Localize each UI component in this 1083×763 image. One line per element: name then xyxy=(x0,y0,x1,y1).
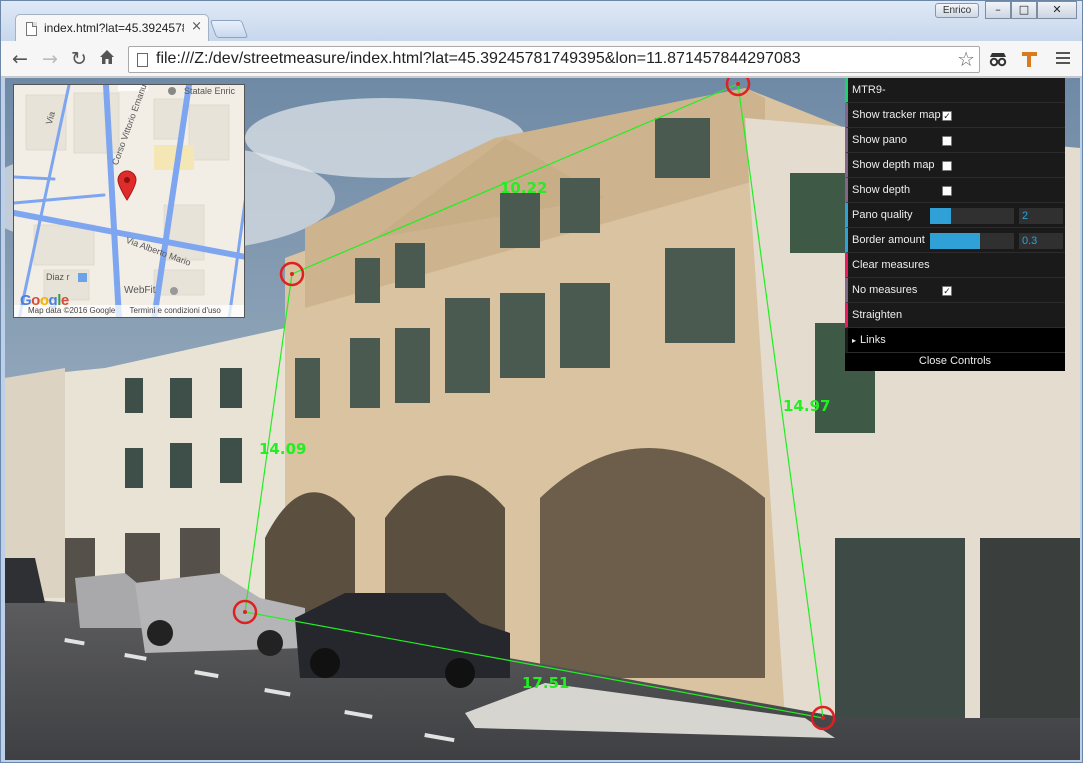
show-depth-map-label: Show depth map xyxy=(852,159,935,171)
links-label: Links xyxy=(860,334,886,346)
title-bar: index.html?lat=45.3924578 × Enrico – □ ✕ xyxy=(1,1,1082,42)
measure-label-top: 10.22 xyxy=(500,179,547,197)
show-depth-map-row[interactable]: Show depth map xyxy=(845,153,1065,178)
close-window-button[interactable]: ✕ xyxy=(1037,1,1077,19)
browser-toolbar: ← → ↻ file:///Z:/dev/streetmeasure/index… xyxy=(1,41,1082,77)
map-attribution: Map data ©2016 Google Termini e condizio… xyxy=(14,305,244,317)
url-text[interactable]: file:///Z:/dev/streetmeasure/index.html?… xyxy=(156,50,801,68)
ruler-extension-icon[interactable] xyxy=(1019,49,1041,69)
show-pano-checkbox[interactable] xyxy=(942,136,952,146)
pano-quality-input[interactable]: 2 xyxy=(1019,208,1063,224)
map-poi-label: WebFit xyxy=(124,285,156,296)
map-poi-label: Diaz r xyxy=(46,272,70,282)
pano-quality-label: Pano quality xyxy=(852,209,913,221)
tab-title: index.html?lat=45.3924578 xyxy=(44,21,184,35)
tab-index[interactable]: index.html?lat=45.3924578 × xyxy=(15,14,209,42)
map-marker-icon[interactable] xyxy=(116,169,138,201)
forward-arrow-icon[interactable]: → xyxy=(39,48,61,70)
border-amount-label: Border amount xyxy=(852,234,925,246)
no-measures-checkbox[interactable]: ✓ xyxy=(942,286,952,296)
border-amount-input[interactable]: 0.3 xyxy=(1019,233,1063,249)
page-content: 10.22 14.97 17.51 14.09 Statale Enric Vi… xyxy=(5,78,1080,760)
new-tab-button[interactable] xyxy=(209,20,249,38)
map-terms-link[interactable]: Termini e condizioni d'uso xyxy=(130,306,221,315)
measure-label-left: 14.09 xyxy=(259,440,306,458)
show-tracker-map-checkbox[interactable]: ✓ xyxy=(942,111,952,121)
controls-panel: MTR9- Show tracker map ✓ Show pano Show … xyxy=(845,78,1065,371)
slider-fill xyxy=(930,208,951,224)
address-bar[interactable]: file:///Z:/dev/streetmeasure/index.html?… xyxy=(128,46,980,73)
straighten-button[interactable]: Straighten xyxy=(845,303,1065,328)
border-amount-slider[interactable] xyxy=(930,233,1014,249)
links-folder[interactable]: ▸ Links xyxy=(845,328,1065,353)
minimize-button[interactable]: – xyxy=(985,1,1011,19)
show-pano-row[interactable]: Show pano xyxy=(845,128,1065,153)
menu-icon[interactable] xyxy=(1056,52,1070,67)
show-pano-label: Show pano xyxy=(852,134,908,146)
panel-title: MTR9- xyxy=(852,84,886,96)
no-measures-row[interactable]: No measures ✓ xyxy=(845,278,1065,303)
back-arrow-icon[interactable]: ← xyxy=(9,48,31,70)
title-row: MTR9- xyxy=(845,78,1065,103)
home-icon[interactable] xyxy=(96,48,118,70)
profile-button[interactable]: Enrico xyxy=(935,3,979,18)
map-street-label: Statale Enric xyxy=(184,86,236,96)
tab-close-icon[interactable]: × xyxy=(191,19,202,34)
show-depth-checkbox[interactable] xyxy=(942,186,952,196)
page-icon xyxy=(26,22,37,36)
border-amount-row[interactable]: Border amount 0.3 xyxy=(845,228,1065,253)
page-icon xyxy=(137,53,148,67)
pano-quality-row[interactable]: Pano quality 2 xyxy=(845,203,1065,228)
map-data-credit: Map data ©2016 Google xyxy=(28,306,116,315)
maximize-button[interactable]: □ xyxy=(1011,1,1037,19)
pano-quality-slider[interactable] xyxy=(930,208,1014,224)
clear-measures-label: Clear measures xyxy=(852,259,930,271)
clear-measures-button[interactable]: Clear measures xyxy=(845,253,1065,278)
show-depth-map-checkbox[interactable] xyxy=(942,161,952,171)
slider-fill xyxy=(930,233,981,249)
show-tracker-map-row[interactable]: Show tracker map ✓ xyxy=(845,103,1065,128)
close-controls-button[interactable]: Close Controls xyxy=(845,353,1065,371)
browser-window: index.html?lat=45.3924578 × Enrico – □ ✕… xyxy=(0,0,1083,763)
bookmark-star-icon[interactable]: ☆ xyxy=(957,47,975,71)
straighten-label: Straighten xyxy=(852,309,903,321)
show-tracker-map-label: Show tracker map xyxy=(852,109,941,121)
measure-label-right: 14.97 xyxy=(783,397,830,415)
incognito-extension-icon[interactable] xyxy=(987,49,1009,69)
show-depth-row[interactable]: Show depth xyxy=(845,178,1065,203)
reload-icon[interactable]: ↻ xyxy=(68,48,90,70)
caret-right-icon: ▸ xyxy=(852,336,857,345)
measure-label-bottom: 17.51 xyxy=(522,674,569,692)
show-depth-label: Show depth xyxy=(852,184,911,196)
no-measures-label: No measures xyxy=(852,284,918,296)
tracker-map[interactable]: Statale Enric Via Corso Vittorio Emanuel… xyxy=(13,84,245,318)
